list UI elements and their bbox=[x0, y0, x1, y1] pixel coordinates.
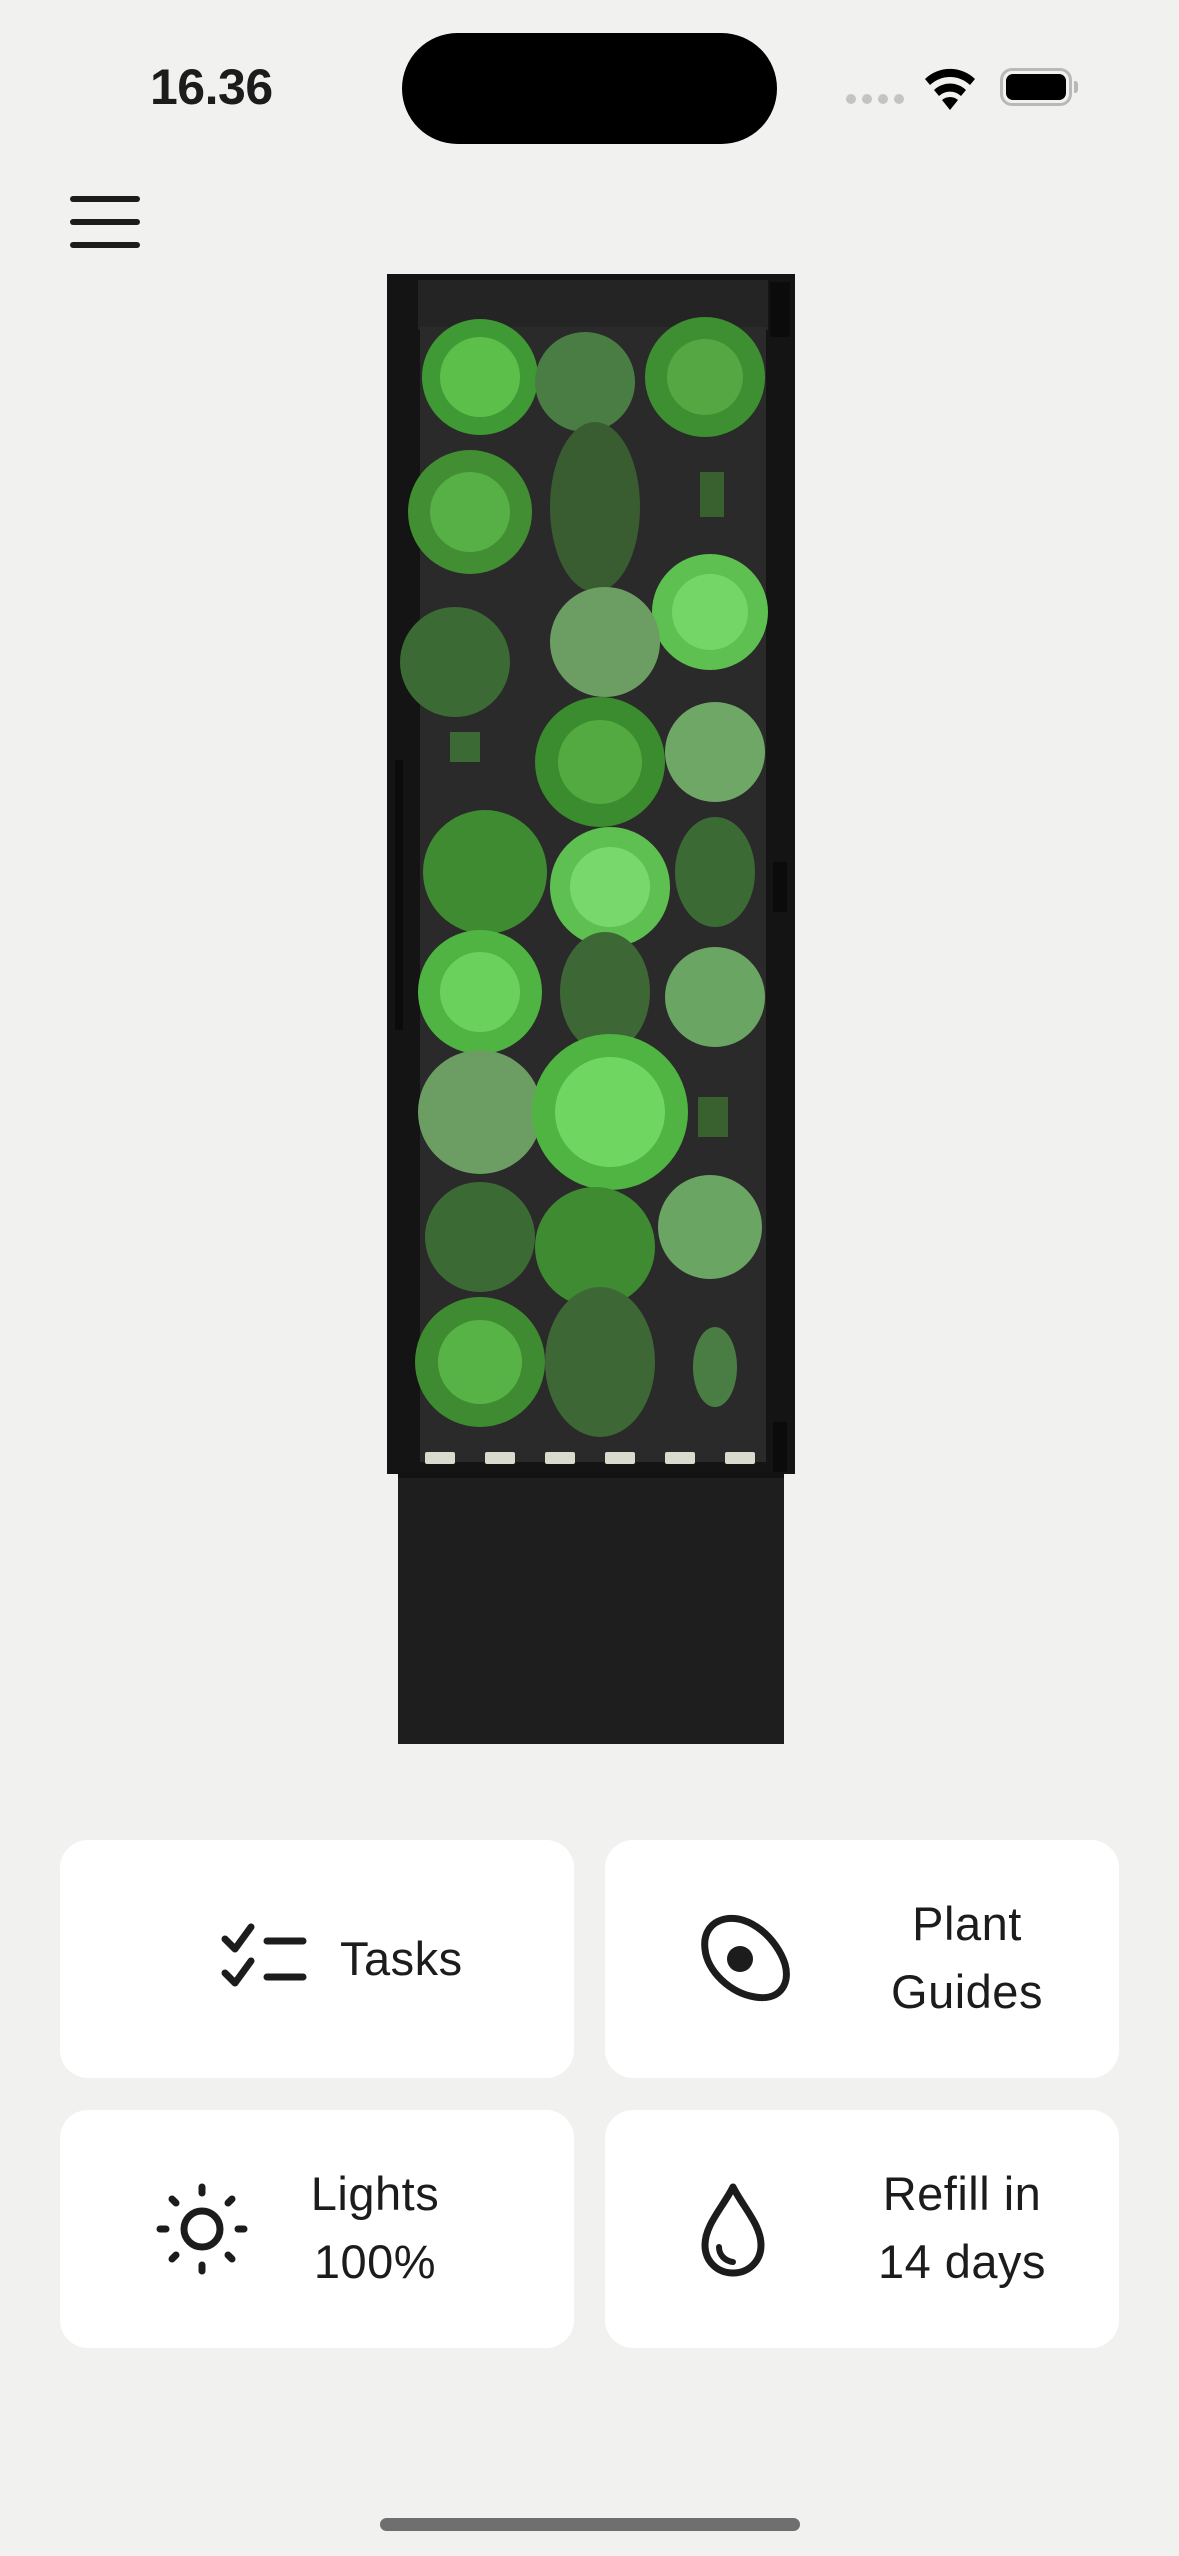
battery-icon bbox=[1000, 68, 1078, 106]
home-indicator[interactable] bbox=[380, 2518, 800, 2531]
wifi-icon bbox=[925, 68, 975, 110]
tasks-label: Tasks bbox=[340, 1932, 463, 1985]
seed-icon bbox=[701, 1914, 790, 2002]
tasks-card[interactable]: Tasks bbox=[60, 1840, 574, 2078]
status-time: 16.36 bbox=[150, 59, 273, 115]
dynamic-island bbox=[402, 33, 777, 144]
checklist-icon bbox=[221, 1923, 307, 1987]
lights-card[interactable]: Lights 100% bbox=[60, 2110, 574, 2348]
refill-label: Refill in 14 days bbox=[877, 2167, 1047, 2288]
refill-card[interactable]: Refill in 14 days bbox=[605, 2110, 1119, 2348]
cellular-signal-icon bbox=[846, 94, 904, 104]
hamburger-menu-icon[interactable] bbox=[70, 196, 140, 248]
water-drop-icon bbox=[701, 2183, 765, 2277]
plant-guides-label: Plant Guides bbox=[891, 1897, 1043, 2018]
garden-tower-image bbox=[387, 274, 795, 1744]
plant-guides-card[interactable]: Plant Guides bbox=[605, 1840, 1119, 2078]
lights-label: Lights 100% bbox=[310, 2167, 440, 2288]
sun-icon bbox=[156, 2183, 248, 2275]
